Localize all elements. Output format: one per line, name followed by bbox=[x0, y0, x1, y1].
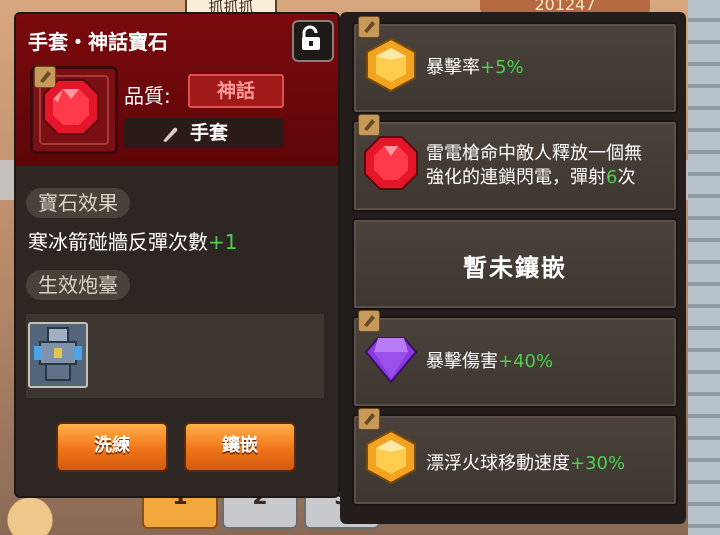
slot-type-label: 手套 bbox=[190, 122, 229, 144]
turret-section-header: 生效炮臺 bbox=[26, 270, 130, 300]
gem-socket-panel: 暴擊率+5% 雷電槍命中敵人釋放一個無 強化的連鎖閃電，彈射6次 暫未鑲嵌 暴擊… bbox=[340, 12, 686, 524]
gem-detail-header: 手套・神話寶石 品質: 神話 手套 bbox=[16, 14, 338, 166]
effect-text: 寒冰箭碰牆反彈次數 bbox=[28, 230, 208, 254]
effect-bonus: +1 bbox=[208, 230, 238, 254]
socket-5-bonus: +30% bbox=[570, 453, 626, 474]
unlock-button[interactable] bbox=[292, 20, 334, 62]
tag-icon bbox=[358, 408, 380, 430]
gem-detail-panel: 手套・神話寶石 品質: 神話 手套 寶石效果 寒冰箭碰牆反彈次數+1 生效炮臺 … bbox=[14, 12, 340, 498]
turret-icon[interactable] bbox=[28, 322, 88, 388]
orange-hexagon-gem-icon bbox=[366, 37, 416, 93]
red-octagon-gem-icon bbox=[364, 136, 418, 190]
socket-2-effect-line1: 雷電槍命中敵人釋放一個無 bbox=[426, 143, 642, 164]
empty-socket-label: 暫未鑲嵌 bbox=[463, 254, 567, 282]
gem-title: 手套・神話寶石 bbox=[28, 30, 168, 54]
socket-4-bonus: +40% bbox=[498, 351, 554, 372]
background-pipe bbox=[688, 0, 720, 535]
effect-description: 寒冰箭碰牆反彈次數+1 bbox=[28, 226, 237, 255]
effect-section-header: 寶石效果 bbox=[26, 188, 130, 218]
tag-icon bbox=[358, 16, 380, 38]
gem-socket-3-empty[interactable]: 暫未鑲嵌 bbox=[352, 218, 678, 310]
feather-icon bbox=[163, 127, 178, 142]
gem-socket-2[interactable]: 雷電槍命中敵人釋放一個無 強化的連鎖閃電，彈射6次 bbox=[352, 114, 678, 212]
gem-socket-1[interactable]: 暴擊率+5% bbox=[352, 16, 678, 114]
orange-hexagon-gem-icon bbox=[366, 429, 416, 485]
socket-4-effect: 暴擊傷害 bbox=[426, 351, 498, 372]
purple-diamond-gem-icon bbox=[364, 337, 418, 384]
inlay-button[interactable]: 鑲嵌 bbox=[184, 422, 296, 472]
socket-5-effect: 漂浮火球移動速度 bbox=[426, 453, 570, 474]
gem-socket-4[interactable]: 暴擊傷害+40% bbox=[352, 310, 678, 408]
tag-icon bbox=[34, 66, 56, 88]
quality-value: 神話 bbox=[188, 74, 284, 108]
quality-label: 品質: bbox=[124, 84, 171, 108]
tag-icon bbox=[358, 114, 380, 136]
gem-socket-5[interactable]: 漂浮火球移動速度+30% bbox=[352, 408, 678, 506]
socket-2-bonus: 6 bbox=[606, 167, 618, 188]
turret-list bbox=[26, 314, 324, 398]
equipment-slot-type: 手套 bbox=[124, 118, 284, 148]
tag-icon bbox=[358, 310, 380, 332]
socket-2-effect-line2: 強化的連鎖閃電，彈射 bbox=[426, 167, 606, 188]
socket-1-bonus: +5% bbox=[480, 57, 524, 78]
socket-1-effect: 暴擊率 bbox=[426, 57, 480, 78]
unlock-icon bbox=[302, 25, 320, 50]
socket-2-effect-suffix: 次 bbox=[617, 167, 636, 188]
reforge-button[interactable]: 洗練 bbox=[56, 422, 168, 472]
